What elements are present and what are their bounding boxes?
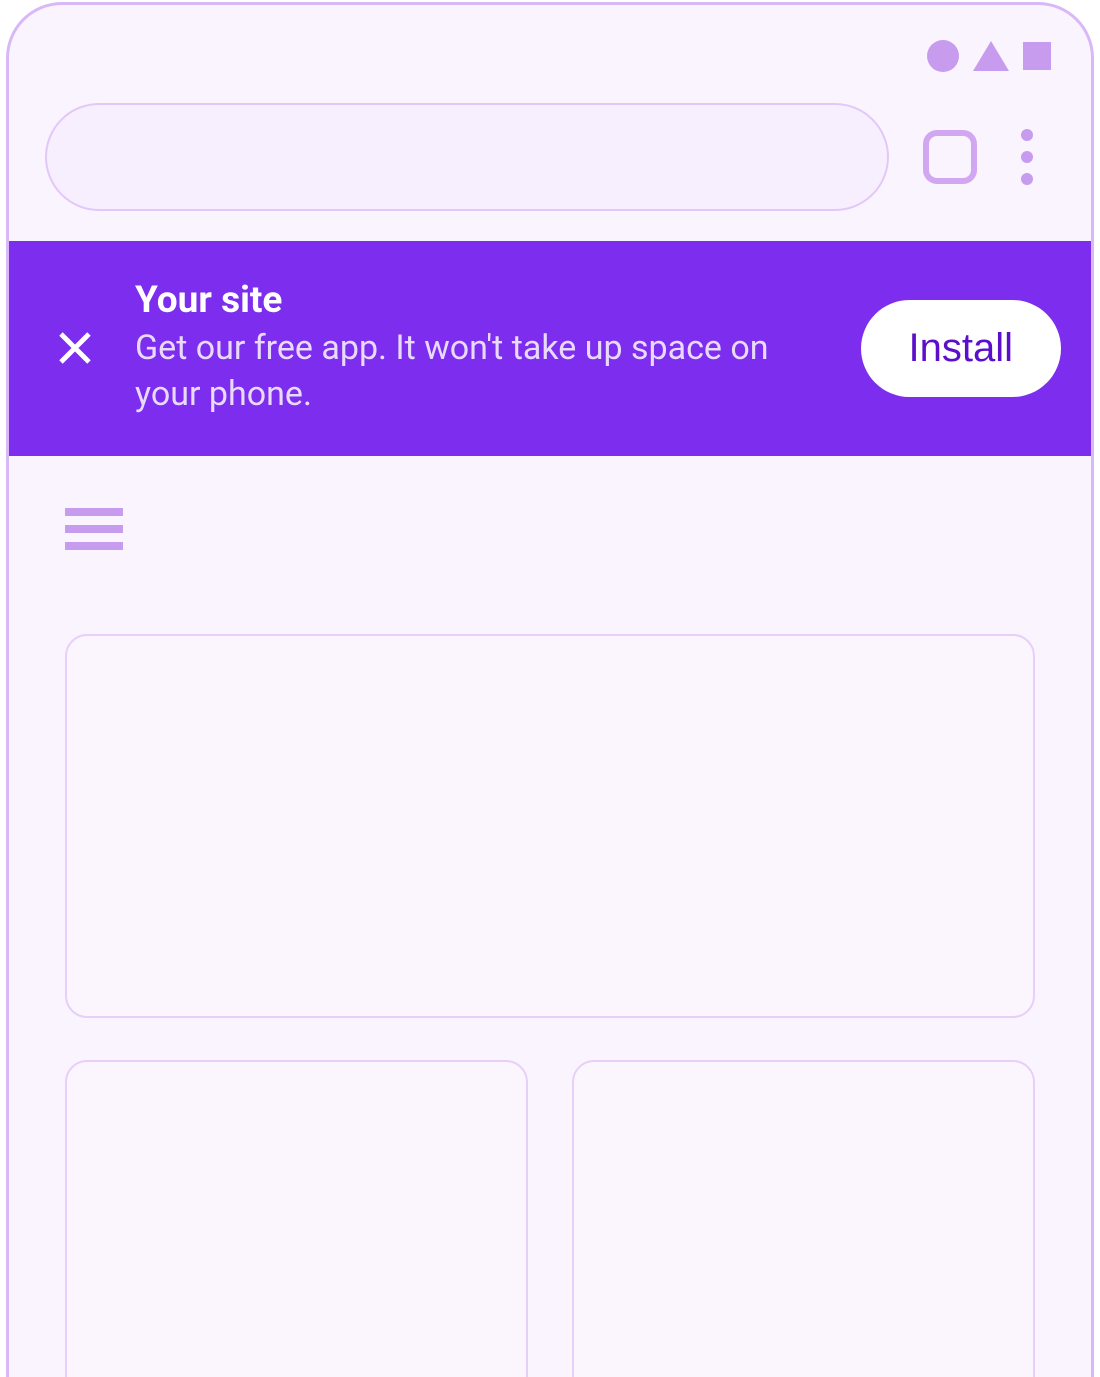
more-menu-button[interactable] <box>1011 129 1055 185</box>
page-content <box>9 456 1091 1377</box>
browser-chrome <box>9 73 1091 241</box>
banner-title: Your site <box>135 279 829 322</box>
hamburger-menu-button[interactable] <box>65 508 123 550</box>
install-banner: Your site Get our free app. It won't tak… <box>9 241 1091 456</box>
banner-subtitle: Get our free app. It won't take up space… <box>135 326 829 418</box>
banner-text: Your site Get our free app. It won't tak… <box>135 279 829 418</box>
hamburger-icon <box>65 525 123 533</box>
tabs-button[interactable] <box>923 130 977 184</box>
phone-frame: Your site Get our free app. It won't tak… <box>6 2 1094 1377</box>
content-placeholder-small <box>65 1060 528 1377</box>
url-bar-input[interactable] <box>45 103 889 211</box>
hamburger-icon <box>65 542 123 550</box>
close-button[interactable] <box>47 320 103 376</box>
more-dots-icon <box>1021 173 1033 185</box>
content-placeholder-large <box>65 634 1035 1018</box>
status-square-icon <box>1023 42 1051 70</box>
status-circle-icon <box>927 40 959 72</box>
content-placeholder-small <box>572 1060 1035 1377</box>
close-icon <box>54 327 96 369</box>
content-row <box>65 1060 1035 1377</box>
status-bar <box>9 5 1091 73</box>
install-button[interactable]: Install <box>861 300 1062 397</box>
more-dots-icon <box>1021 129 1033 141</box>
more-dots-icon <box>1021 151 1033 163</box>
status-triangle-icon <box>973 41 1009 71</box>
hamburger-icon <box>65 508 123 516</box>
